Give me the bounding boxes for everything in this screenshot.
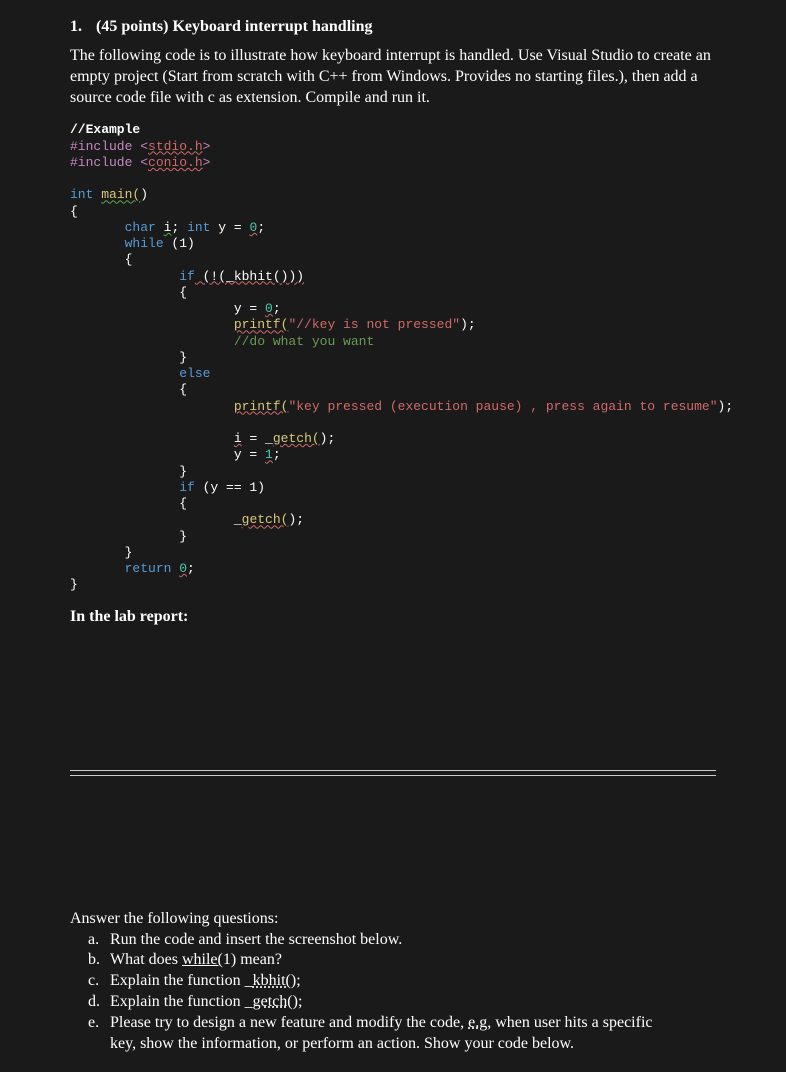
code-y0: y = [210,220,249,235]
code-getch: getch( [273,431,320,446]
code-int2: int [187,220,210,235]
code-zero3: 0 [179,561,187,576]
q-e-line2: key, show the information, or perform an… [110,1035,574,1052]
code-yeq: y = [234,301,265,316]
q-c-pre: Explain the function [110,972,245,989]
q-letter-b: b. [88,950,100,971]
code-str2: "key pressed (execution pause) , press a… [288,399,717,414]
code-semi: ; [171,220,179,235]
code-printf1: printf( [234,317,289,332]
code-i: i [234,431,242,446]
question-b: b. What does while(1) mean? [110,950,716,971]
code-brace10: } [70,577,78,592]
code-include1-pre: #include < [70,139,148,154]
q-letter-a: a. [88,930,99,951]
code-include1-hdr: stdio.h [148,139,203,154]
spacer-2 [70,780,716,910]
code-semi2: ; [257,220,265,235]
code-example: //Example #include <stdio.h> #include <c… [70,122,716,593]
code-else: else [179,366,210,381]
q-e-post: , when user hits a specific [487,1014,652,1031]
code-while: while [125,236,164,251]
question-description: The following code is to illustrate how … [70,46,716,108]
q-letter-d: d. [88,992,100,1013]
code-getch2: getch( [242,512,289,527]
code-str1: "//key is not pressed" [288,317,460,332]
code-comment: //Example [70,122,140,137]
q-letter-e: e. [88,1013,99,1034]
question-e: e. Please try to design a new feature an… [110,1013,716,1055]
q-c-fn: kbhit( [253,972,291,989]
q-letter-c: c. [88,971,99,992]
spacer [70,626,716,766]
q-d-fn: getch( [253,993,293,1010]
code-dowhat: //do what you want [234,334,374,349]
divider-line-1 [70,770,716,771]
code-include2-post: > [203,155,211,170]
code-yeq1: y = [234,447,265,462]
code-int: int [70,187,93,202]
code-main: main( [101,187,140,202]
code-ify1: (y == 1) [195,480,265,495]
q-c-fnpre: _ [245,972,253,989]
question-heading: 1. (45 points) Keyboard interrupt handli… [70,18,716,36]
question-d: d. Explain the function _getch(); [110,992,716,1013]
code-one1: 1 [265,447,273,462]
questions-intro: Answer the following questions: [70,910,716,928]
code-eqg: = _ [242,431,273,446]
code-one: (1) [164,236,195,251]
question-number: 1. [70,18,92,36]
q-b-pre: What does [110,951,182,968]
code-brace3: { [179,285,187,300]
question-a: a. Run the code and insert the screensho… [110,930,716,951]
code-if: if [179,269,195,284]
code-return: return [125,561,172,576]
code-semi4: ; [327,431,335,446]
code-brace4: } [179,350,187,365]
code-brace9: } [125,545,133,560]
code-gpre: _ [234,512,242,527]
q-b-post: 1) mean? [223,951,282,968]
code-main-close: ) [140,187,148,202]
code-ps2: ); [718,399,734,414]
q-e-pre: Please try to design a new feature and m… [110,1014,468,1031]
code-semi3: ; [273,301,281,316]
q-d-fnpost: ); [293,993,303,1010]
code-include1-post: > [203,139,211,154]
code-ps1: ); [460,317,476,332]
code-brace7: { [179,496,187,511]
code-brace8: } [179,529,187,544]
code-char: char [125,220,156,235]
question-c: c. Explain the function _kbhit(); [110,971,716,992]
code-brace: { [70,204,78,219]
question-title: (45 points) Keyboard interrupt handling [96,18,372,35]
q-d-pre: Explain the function [110,993,245,1010]
code-include2-hdr: conio.h [148,155,203,170]
code-brace6: } [179,464,187,479]
code-include2-pre: #include < [70,155,148,170]
q-text-a: Run the code and insert the screenshot b… [110,931,402,948]
lab-report-heading: In the lab report: [70,608,716,626]
question-list: a. Run the code and insert the screensho… [70,930,716,1055]
q-e-eg: e.g [468,1014,487,1031]
code-semi7: ; [187,561,195,576]
code-printf2: printf( [234,399,289,414]
code-semi5: ; [273,447,281,462]
code-semi6: ; [296,512,304,527]
divider-line-2 [70,775,716,776]
code-zero2: 0 [265,301,273,316]
code-notkbhit: (!(_kbhit())) [195,269,304,284]
code-brace5: { [179,382,187,397]
q-b-mid: while( [182,951,223,968]
code-if2: if [179,480,195,495]
q-d-fnpre: _ [245,993,253,1010]
code-brace2: { [125,252,133,267]
q-c-fnpost: ); [291,972,301,989]
